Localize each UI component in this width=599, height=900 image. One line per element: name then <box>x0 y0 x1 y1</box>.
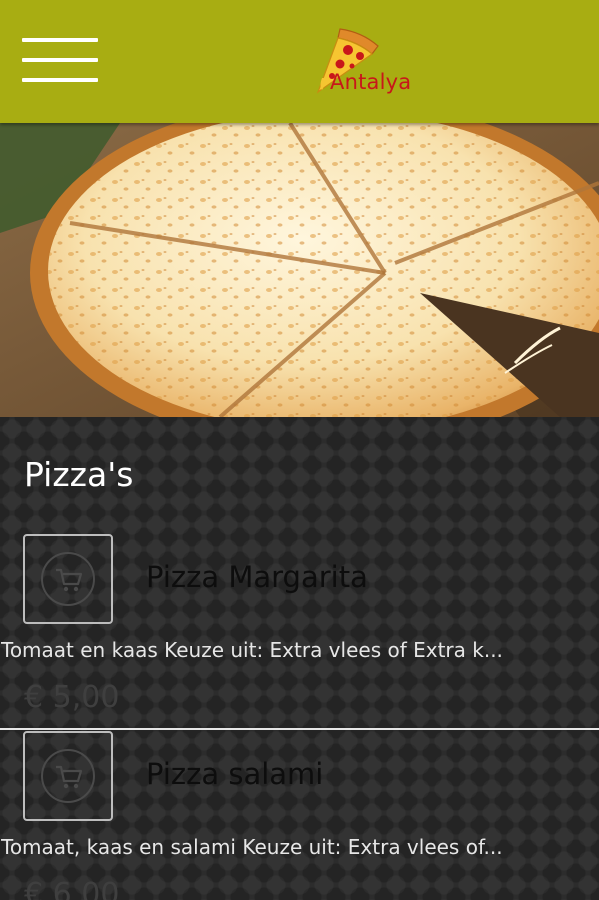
menu-line <box>22 38 98 42</box>
shopping-cart-icon <box>56 568 83 592</box>
product-name: Pizza salami <box>146 757 324 791</box>
product-price: € 5,00 <box>24 680 120 715</box>
hero-pizza-image <box>0 123 599 417</box>
add-to-cart-button[interactable] <box>23 534 113 624</box>
product-item[interactable]: Pizza salami Tomaat, kaas en salami Keuz… <box>0 729 599 900</box>
shopping-cart-icon <box>56 765 83 789</box>
product-description: Tomaat en kaas Keuze uit: Extra vlees of… <box>1 638 503 662</box>
cart-circle <box>41 552 95 606</box>
hamburger-menu-icon[interactable] <box>22 38 98 82</box>
product-description: Tomaat, kaas en salami Keuze uit: Extra … <box>1 835 503 859</box>
app-screen: Antalya Pizza's Pizza Margarita Tomaat e… <box>0 0 599 900</box>
app-header: Antalya <box>0 0 599 123</box>
brand-logo[interactable]: Antalya <box>310 26 430 98</box>
pizza-photo <box>0 123 599 417</box>
menu-line <box>22 78 98 82</box>
product-name: Pizza Margarita <box>146 560 368 594</box>
add-to-cart-button[interactable] <box>23 731 113 821</box>
brand-name: Antalya <box>330 70 412 94</box>
section-title: Pizza's <box>24 455 134 494</box>
cart-circle <box>41 749 95 803</box>
product-price: € 6,00 <box>24 877 120 900</box>
menu-line <box>22 58 98 62</box>
menu-content: Pizza's Pizza Margarita Tomaat en kaas K… <box>0 417 599 900</box>
product-item[interactable]: Pizza Margarita Tomaat en kaas Keuze uit… <box>0 532 599 728</box>
